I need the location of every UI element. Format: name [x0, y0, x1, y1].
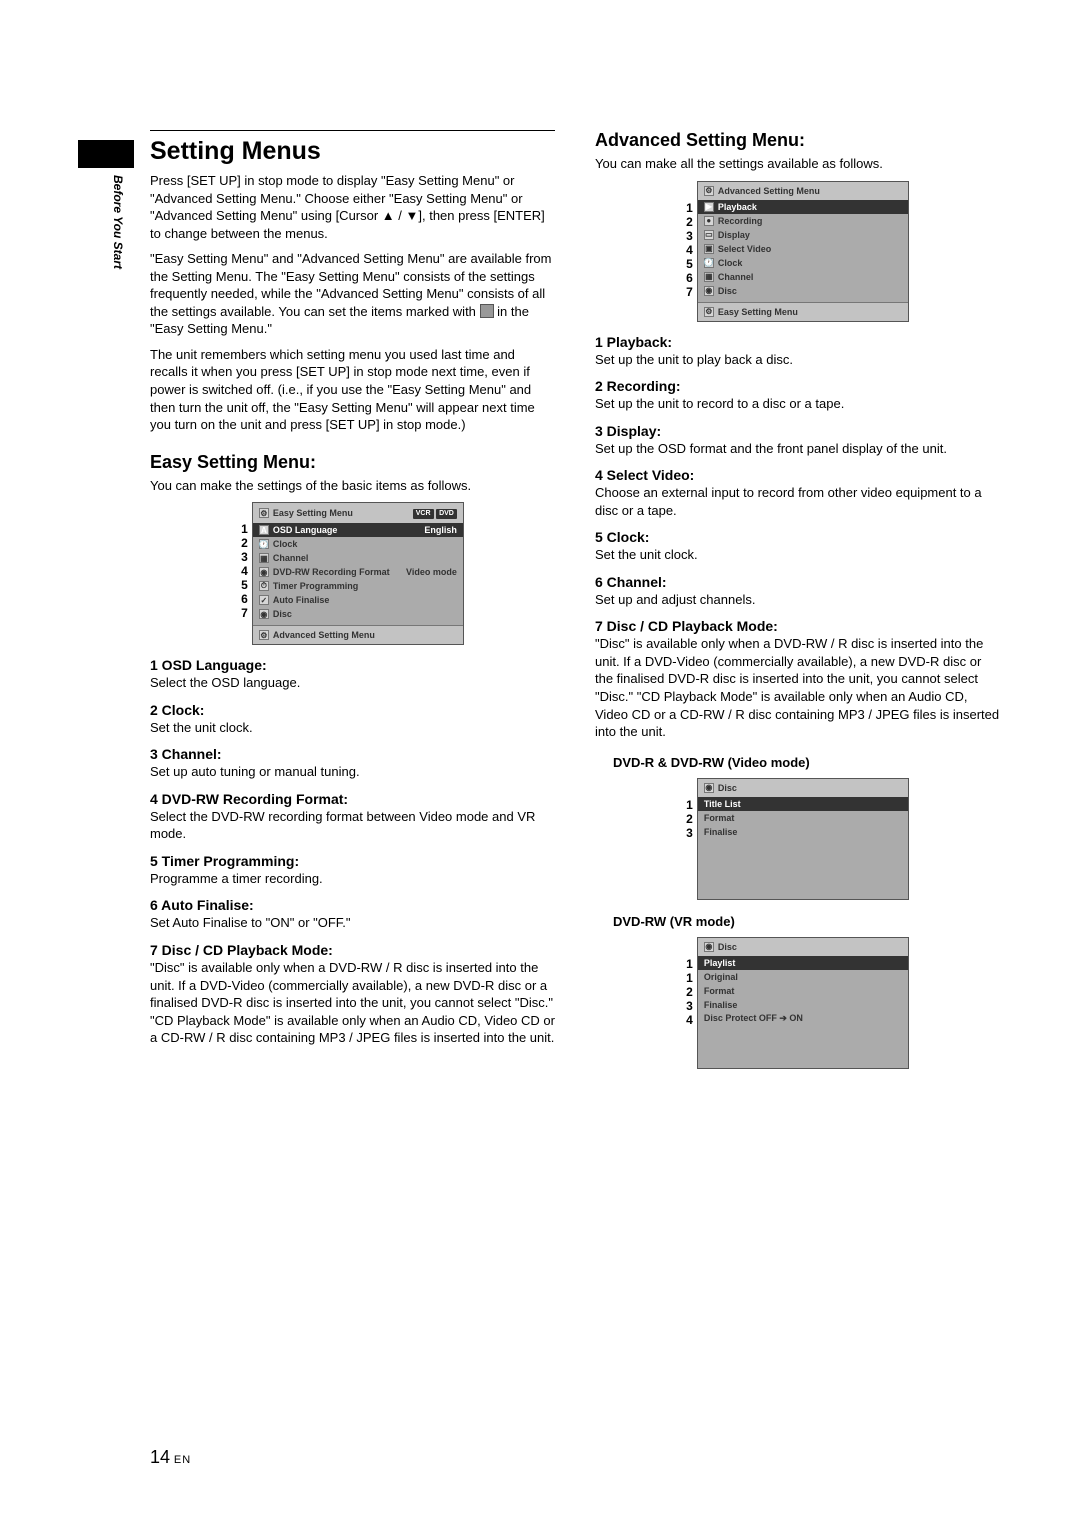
easy-item-5-desc: Programme a timer recording. — [150, 870, 555, 888]
advanced-osd-panel: ⚙Advanced Setting Menu ▶Playback ●Record… — [697, 181, 909, 322]
disc-vr-osd-callouts: 1 1 2 3 4 — [686, 937, 697, 1069]
section-tab-label: Before You Start — [111, 175, 125, 269]
adv-item-7-head: 7 Disc / CD Playback Mode: — [595, 618, 1000, 634]
wrench-icon: ⚙ — [704, 307, 714, 317]
adv-item-4-head: 4 Select Video: — [595, 467, 1000, 483]
lang-icon: A — [259, 525, 269, 535]
easy-item-5-head: 5 Timer Programming: — [150, 853, 555, 869]
adv-item-5-head: 5 Clock: — [595, 529, 1000, 545]
left-column: Setting Menus Press [SET UP] in stop mod… — [150, 130, 555, 1081]
easy-menu-lead: You can make the settings of the basic i… — [150, 477, 555, 495]
adv-item-1-desc: Set up the unit to play back a disc. — [595, 351, 1000, 369]
adv-item-6-head: 6 Channel: — [595, 574, 1000, 590]
disc-video-osd-panel: ◉Disc Title List Format Finalise — [697, 778, 909, 900]
wrench-icon: ⚙ — [704, 186, 714, 196]
right-column: Advanced Setting Menu: You can make all … — [595, 130, 1000, 1081]
easy-item-4-desc: Select the DVD-RW recording format betwe… — [150, 808, 555, 843]
easy-item-2-desc: Set the unit clock. — [150, 719, 555, 737]
advanced-osd-figure: 1 2 3 4 5 6 7 ⚙Advanced Setting Menu ▶Pl… — [595, 181, 1000, 322]
channel-icon: ▦ — [259, 553, 269, 563]
adv-item-4-desc: Choose an external input to record from … — [595, 484, 1000, 519]
disc-icon: ◉ — [704, 942, 714, 952]
wrench-icon: ⚙ — [259, 630, 269, 640]
easy-item-6-desc: Set Auto Finalise to "ON" or "OFF." — [150, 914, 555, 932]
adv-item-1-head: 1 Playback: — [595, 334, 1000, 350]
adv-item-3-desc: Set up the OSD format and the front pane… — [595, 440, 1000, 458]
disc-video-osd-figure: 1 2 3 ◉Disc Title List Format Finalise — [595, 778, 1000, 900]
disc-icon: ◉ — [259, 609, 269, 619]
easy-osd-figure: 1 2 3 4 5 6 7 ⚙Easy Setting Menu VCR DVD… — [150, 502, 555, 645]
advanced-menu-heading: Advanced Setting Menu: — [595, 130, 1000, 151]
advanced-menu-lead: You can make all the settings available … — [595, 155, 1000, 173]
easy-menu-heading: Easy Setting Menu: — [150, 452, 555, 473]
timer-icon: ⏱ — [259, 581, 269, 591]
easy-item-3-head: 3 Channel: — [150, 746, 555, 762]
adv-item-2-head: 2 Recording: — [595, 378, 1000, 394]
clock-icon: 🕐 — [259, 539, 269, 549]
display-icon: ▭ — [704, 230, 714, 240]
section-tab — [78, 140, 134, 168]
adv-item-2-desc: Set up the unit to record to a disc or a… — [595, 395, 1000, 413]
disc-video-mode-label: DVD-R & DVD-RW (Video mode) — [613, 755, 1000, 770]
disc-vr-osd-panel: ◉Disc Playlist Original Format Finalise … — [697, 937, 909, 1069]
adv-item-5-desc: Set the unit clock. — [595, 546, 1000, 564]
video-icon: ▣ — [704, 244, 714, 254]
adv-item-6-desc: Set up and adjust channels. — [595, 591, 1000, 609]
easy-item-4-head: 4 DVD-RW Recording Format: — [150, 791, 555, 807]
easy-item-7-head: 7 Disc / CD Playback Mode: — [150, 942, 555, 958]
disc-icon: ◉ — [704, 286, 714, 296]
adv-item-7-desc: "Disc" is available only when a DVD-RW /… — [595, 635, 1000, 740]
clock-icon: 🕐 — [704, 258, 714, 268]
adv-item-3-head: 3 Display: — [595, 423, 1000, 439]
easy-item-1-head: 1 OSD Language: — [150, 657, 555, 673]
channel-icon: ▦ — [704, 272, 714, 282]
intro-paragraph-3: The unit remembers which setting menu yo… — [150, 346, 555, 434]
easy-osd-panel: ⚙Easy Setting Menu VCR DVD AOSD Language… — [252, 502, 464, 645]
page-number: 14 EN — [150, 1447, 191, 1468]
easy-item-6-head: 6 Auto Finalise: — [150, 897, 555, 913]
disc-icon: ◉ — [704, 783, 714, 793]
easy-item-1-desc: Select the OSD language. — [150, 674, 555, 692]
advanced-osd-callouts: 1 2 3 4 5 6 7 — [686, 181, 697, 322]
play-icon: ▶ — [704, 202, 714, 212]
easy-mark-icon — [480, 304, 494, 318]
easy-osd-callouts: 1 2 3 4 5 6 7 — [241, 502, 252, 645]
easy-item-2-head: 2 Clock: — [150, 702, 555, 718]
finalise-icon: ✓ — [259, 595, 269, 605]
intro-paragraph-1: Press [SET UP] in stop mode to display "… — [150, 172, 555, 242]
record-icon: ● — [704, 216, 714, 226]
intro-paragraph-2: "Easy Setting Menu" and "Advanced Settin… — [150, 250, 555, 338]
disc-vr-osd-figure: 1 1 2 3 4 ◉Disc Playlist Original Format… — [595, 937, 1000, 1069]
page-title: Setting Menus — [150, 130, 555, 166]
easy-item-3-desc: Set up auto tuning or manual tuning. — [150, 763, 555, 781]
easy-item-7-desc: "Disc" is available only when a DVD-RW /… — [150, 959, 555, 1047]
wrench-icon: ⚙ — [259, 508, 269, 518]
disc-video-osd-callouts: 1 2 3 — [686, 778, 697, 900]
disc-icon: ◉ — [259, 567, 269, 577]
disc-vr-mode-label: DVD-RW (VR mode) — [613, 914, 1000, 929]
